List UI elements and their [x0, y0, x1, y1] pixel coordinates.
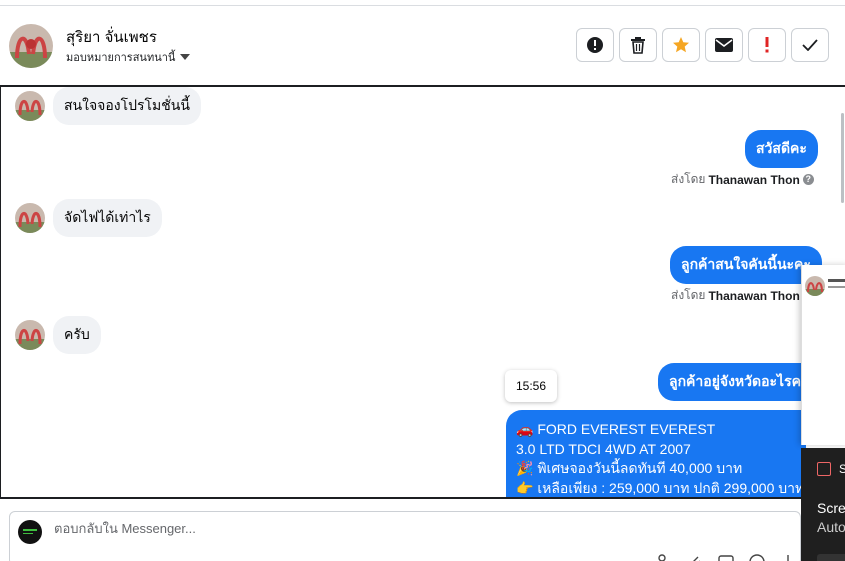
more-icon[interactable]	[779, 552, 797, 561]
sent-by-label: ส่งโดย Thanawan Thon	[671, 286, 800, 305]
exclamation-circle-icon	[587, 37, 603, 53]
notification-button[interactable]	[817, 554, 845, 561]
spam-button[interactable]	[576, 28, 614, 62]
notification-line2: Auto	[817, 519, 845, 535]
chat-popup[interactable]	[801, 265, 845, 445]
notification-title: S	[839, 462, 845, 476]
notification-toast[interactable]: S Screen Auto	[801, 448, 845, 561]
app-icon	[817, 462, 831, 476]
conversation-header: สุริยา จั่นเพชร มอบหมายการสนทนานี้	[0, 6, 845, 86]
incoming-message: สนใจจองโปรโมชั่นนี้	[15, 87, 201, 125]
header-actions	[576, 28, 829, 62]
trash-icon	[631, 37, 645, 54]
check-icon	[802, 39, 818, 51]
help-icon[interactable]: ?	[802, 174, 814, 185]
star-button[interactable]	[662, 28, 700, 62]
page-avatar	[18, 520, 42, 544]
contact-avatar-small[interactable]	[15, 203, 45, 233]
sender-name: Thanawan Thon	[708, 172, 800, 187]
attach-icon[interactable]	[686, 552, 704, 561]
exclamation-icon	[765, 37, 769, 53]
star-icon	[673, 37, 689, 53]
contact-name[interactable]: สุริยา จั่นเพชร	[66, 25, 157, 49]
long-line: 👉 ...	[516, 498, 796, 499]
sent-by-prefix: ส่งโดย	[671, 288, 706, 302]
outgoing-bubble: ลูกค้าสนใจคันนี้นะคะ	[670, 246, 822, 284]
contact-avatar[interactable]	[9, 24, 53, 68]
contact-avatar-small[interactable]	[15, 320, 45, 350]
image-icon[interactable]	[717, 552, 735, 561]
incoming-message: จัดไฟได้เท่าไร	[15, 199, 162, 237]
incoming-bubble: สนใจจองโปรโมชั่นนี้	[53, 87, 201, 125]
assign-label: มอบหมายการสนทนานี้	[66, 52, 176, 64]
incoming-bubble: จัดไฟได้เท่าไร	[53, 199, 162, 237]
sender-name: Thanawan Thon	[708, 288, 800, 303]
emoji-icon[interactable]	[748, 552, 766, 561]
caret-down-icon	[180, 54, 191, 60]
popup-subtext	[828, 286, 845, 288]
follow-up-button[interactable]	[748, 28, 786, 62]
contact-avatar-small[interactable]	[15, 91, 45, 121]
done-button[interactable]	[791, 28, 829, 62]
timestamp-tooltip: 15:56	[505, 370, 557, 402]
long-line: 🚗 FORD EVEREST EVEREST	[516, 421, 716, 437]
scrollbar[interactable]	[841, 113, 844, 203]
envelope-icon	[715, 38, 733, 52]
delete-button[interactable]	[619, 28, 657, 62]
outgoing-long-bubble: 🚗 FORD EVEREST EVEREST 3.0 LTD TDCI 4WD …	[506, 410, 806, 499]
incoming-message: ครับ	[15, 316, 101, 354]
person-add-icon[interactable]	[655, 552, 673, 561]
long-line: 🎉 พิเศษจองวันนี้ลดทันที 40,000 บาท	[516, 460, 743, 476]
reply-composer	[9, 511, 801, 561]
sent-by-prefix: ส่งโดย	[671, 172, 706, 186]
long-line: 3.0 LTD TDCI 4WD AT 2007	[516, 440, 691, 457]
outgoing-bubble: สวัสดีคะ	[745, 130, 818, 168]
message-thread: สนใจจองโปรโมชั่นนี้ สวัสดีคะ ส่งโดย Than…	[0, 85, 845, 499]
popup-avatar[interactable]	[805, 276, 825, 296]
long-line: 👉 เหลือเพียง : 259,000 บาท ปกติ 299,000 …	[516, 479, 805, 496]
outgoing-bubble: ลูกค้าอยู่จังหวัดอะไรคะ	[658, 363, 820, 401]
sent-by-label: ส่งโดย Thanawan Thon ?	[671, 170, 814, 189]
mark-unread-button[interactable]	[705, 28, 743, 62]
assign-conversation-dropdown[interactable]: มอบหมายการสนทนานี้	[66, 48, 191, 66]
popup-name	[828, 279, 845, 282]
composer-tools	[655, 552, 797, 561]
notification-line1: Screen	[817, 500, 845, 516]
incoming-bubble: ครับ	[53, 316, 101, 354]
reply-input[interactable]	[54, 521, 554, 536]
